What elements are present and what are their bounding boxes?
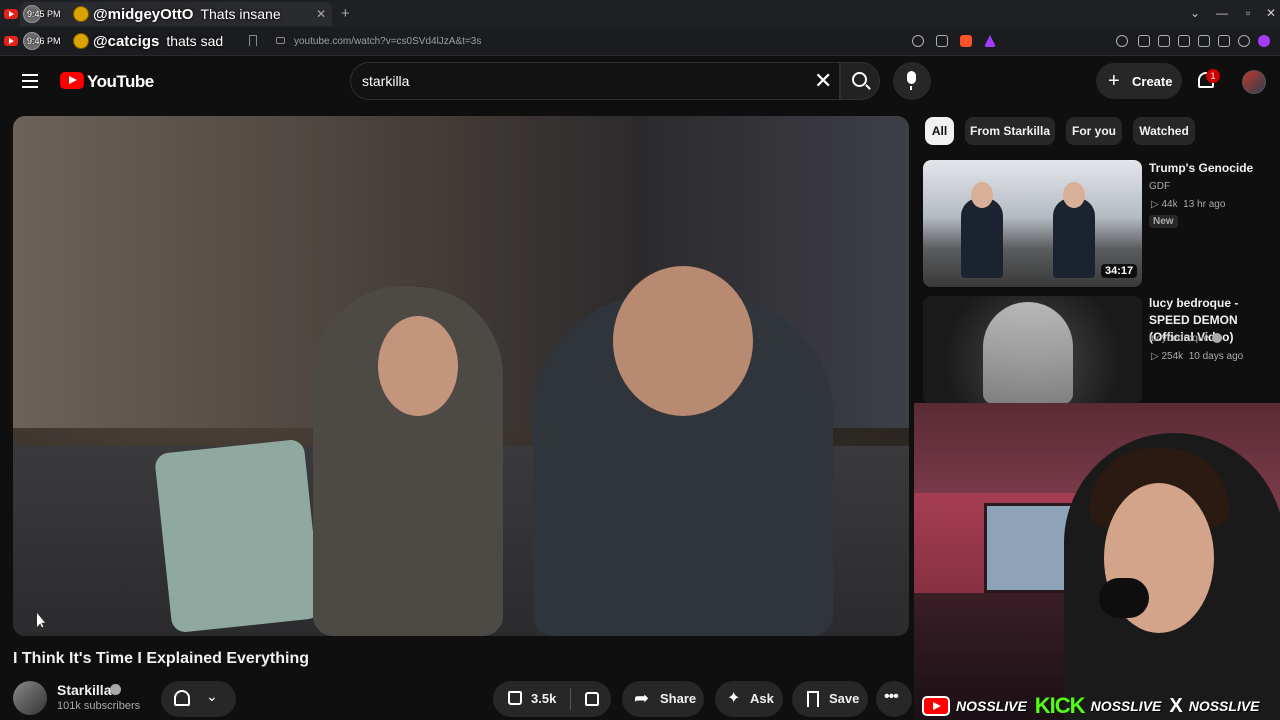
chip-watched[interactable]: Watched	[1133, 117, 1195, 145]
puzzle-icon[interactable]	[1138, 35, 1150, 47]
chevron-down-icon[interactable]: ⌄	[206, 688, 218, 705]
chat-username: @midgeyOttO	[93, 5, 194, 23]
dislike-icon[interactable]	[585, 692, 599, 706]
recommendation-channel[interactable]: GDF	[1149, 181, 1170, 192]
restore-icon[interactable]: ▫	[1246, 6, 1250, 20]
like-count[interactable]: 3.5k	[531, 691, 556, 706]
chat-text: Thats insane	[200, 6, 281, 22]
channel-name[interactable]: Starkilla	[57, 682, 111, 698]
like-icon[interactable]	[508, 691, 522, 705]
site-info-icon[interactable]	[276, 37, 285, 44]
verified-icon	[110, 684, 121, 695]
sidebar-icon[interactable]	[1178, 35, 1190, 47]
recommendation-channel[interactable]: lucybedroque	[1149, 333, 1222, 344]
youtube-icon	[4, 36, 18, 46]
youtube-icon	[922, 696, 950, 716]
youtube-handle: NOSSLIVE	[956, 698, 1027, 714]
recommendation-channel-name[interactable]: lucybedroque	[1149, 333, 1209, 344]
tab-list-icon[interactable]: ⌄	[1190, 6, 1200, 20]
music-icon[interactable]	[1158, 35, 1170, 47]
video-player[interactable]	[13, 116, 909, 636]
chat-time: 9:45 PM	[27, 9, 61, 19]
search-icon[interactable]	[852, 72, 867, 87]
sparkle-icon[interactable]: ✦	[727, 688, 740, 708]
video-title: I Think It's Time I Explained Everything	[13, 650, 310, 667]
recommendation-title[interactable]: Trump's Genocide	[1149, 160, 1277, 177]
bookmark-icon[interactable]	[249, 35, 257, 46]
streamer-webcam	[914, 403, 1280, 720]
notification-count-badge: 1	[1206, 69, 1220, 83]
chip-all[interactable]: All	[925, 117, 954, 145]
view-count: 254k	[1161, 351, 1184, 362]
new-badge: New	[1149, 215, 1178, 228]
chip-for-you[interactable]: For you	[1066, 117, 1122, 145]
chat-message: 9:46 PM @catcigs thats sad	[0, 29, 223, 53]
chip-from-starkilla[interactable]: From Starkilla	[965, 117, 1055, 145]
thumbnail-figure	[961, 198, 1003, 278]
thumbnail-face	[971, 182, 993, 208]
new-tab-icon[interactable]: +	[341, 5, 350, 22]
search-query[interactable]: starkilla	[362, 73, 409, 89]
upload-age: 10 days ago	[1188, 351, 1244, 362]
view-count: 44k	[1161, 199, 1178, 210]
recommendation-meta: ▷ 254k 10 days ago	[1151, 351, 1244, 362]
upload-age: 13 hr ago	[1183, 199, 1226, 210]
social-handles-strip: NOSSLIVE KICK NOSSLIVE X NOSSLIVE	[922, 692, 1280, 720]
share-icon[interactable]: ➦	[634, 688, 649, 709]
plus-icon[interactable]: +	[1108, 70, 1120, 93]
subscriber-count: 101k subscribers	[57, 700, 141, 712]
wallet-icon[interactable]	[1198, 35, 1210, 47]
youtube-logo-icon[interactable]	[60, 72, 84, 89]
member-badge-icon	[73, 33, 89, 49]
ask-label[interactable]: Ask	[750, 691, 774, 706]
divider	[570, 688, 571, 710]
clear-search-icon[interactable]: ✕	[814, 68, 832, 94]
cast-icon[interactable]	[936, 35, 948, 47]
search-input[interactable]	[350, 62, 840, 100]
kick-handle: NOSSLIVE	[1090, 698, 1162, 714]
extension-icon[interactable]	[1116, 35, 1128, 47]
zoom-icon[interactable]	[912, 35, 924, 47]
youtube-wordmark[interactable]: YouTube	[87, 72, 154, 92]
save-label[interactable]: Save	[829, 691, 859, 706]
window-close-icon[interactable]: ✕	[1266, 6, 1276, 20]
recommendation-meta: ▷ 44k 13 hr ago	[1151, 199, 1226, 210]
microphone-icon[interactable]	[907, 71, 916, 90]
chat-message: 9:45 PM @midgeyOttO Thats insane	[0, 2, 281, 26]
account-avatar[interactable]	[1242, 70, 1266, 94]
thumbnail-figure	[983, 302, 1073, 404]
create-label[interactable]: Create	[1132, 74, 1172, 89]
kick-logo: KICK	[1034, 693, 1086, 718]
leo-icon[interactable]	[1218, 35, 1230, 47]
x-logo: X	[1169, 694, 1183, 717]
thumbnail-face	[1063, 182, 1085, 208]
x-handle: NOSSLIVE	[1188, 698, 1260, 714]
chat-username: @catcigs	[93, 32, 160, 50]
subscribed-notifications-button[interactable]	[161, 681, 236, 717]
video-frame-person-face	[613, 266, 753, 416]
video-frame-pillow	[154, 438, 322, 634]
minimize-icon[interactable]: —	[1216, 6, 1228, 20]
chat-time: 9:46 PM	[27, 36, 61, 46]
profile-icon[interactable]	[1258, 35, 1270, 47]
bell-icon[interactable]	[174, 690, 190, 706]
more-icon[interactable]: •••	[884, 688, 899, 706]
video-frame-person-face	[378, 316, 458, 416]
webcam-microphone	[1099, 578, 1149, 618]
member-badge-icon	[73, 6, 89, 22]
video-duration: 34:17	[1101, 264, 1138, 278]
youtube-icon	[4, 9, 18, 19]
thumbnail-figure	[1053, 198, 1095, 278]
save-playlist-icon[interactable]	[807, 691, 819, 707]
recommendation-thumbnail[interactable]	[923, 296, 1142, 404]
share-label[interactable]: Share	[660, 691, 696, 706]
channel-avatar[interactable]	[13, 681, 47, 715]
menu-icon[interactable]	[22, 74, 38, 88]
chat-text: thats sad	[166, 33, 224, 49]
tab-close-icon[interactable]: ✕	[316, 7, 326, 21]
url-text[interactable]: youtube.com/watch?v=cs0SVd4lJzA&t=3s	[294, 36, 481, 47]
vpn-icon[interactable]	[1238, 35, 1250, 47]
brave-shield-icon[interactable]	[960, 35, 972, 47]
verified-icon	[1211, 333, 1222, 344]
